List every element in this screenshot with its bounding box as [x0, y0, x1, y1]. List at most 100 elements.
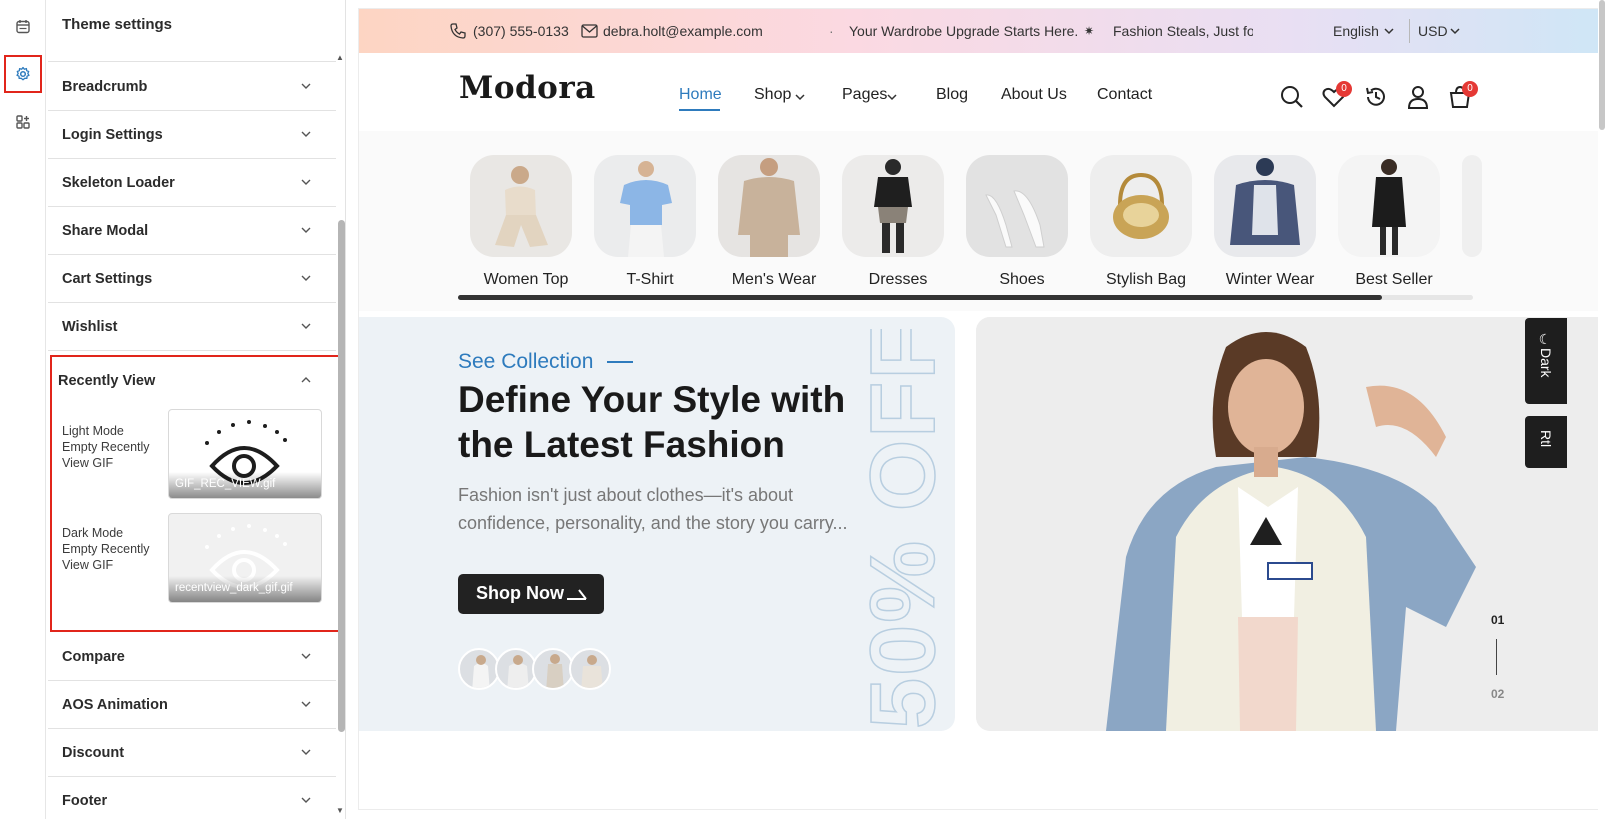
chevron-down-icon	[301, 275, 311, 281]
panel-title: Theme settings	[62, 16, 173, 33]
shop-now-label: Shop Now	[476, 583, 564, 603]
accordion-label: Breadcrumb	[62, 79, 148, 95]
chevron-up-icon	[301, 377, 311, 383]
category-label: Best Seller	[1355, 271, 1433, 288]
accordion-label: Compare	[62, 649, 125, 665]
language-select[interactable]: English	[1333, 23, 1379, 39]
svg-text:50% OFF: 50% OFF	[864, 329, 954, 729]
menu-home[interactable]: Home	[679, 86, 722, 104]
category-label: Shoes	[999, 271, 1045, 288]
category-scrollbar[interactable]	[458, 295, 1473, 300]
menu-contact[interactable]: Contact	[1097, 86, 1152, 104]
scroll-up-arrow[interactable]: ▲	[336, 53, 344, 62]
top-bar: (307) 555-0133 debra.holt@example.com · …	[359, 9, 1599, 53]
light-gif-upload[interactable]: GIF_REC_VIEW.gif	[168, 409, 322, 499]
calendar-icon[interactable]	[4, 8, 42, 46]
gear-icon[interactable]	[4, 55, 42, 93]
recently-view-section: Recently View Light Mode Empty Recently …	[50, 355, 342, 632]
brand-logo[interactable]: Modora	[459, 70, 596, 106]
accordion-login-settings[interactable]: Login Settings	[48, 110, 336, 159]
icon-rail	[0, 0, 46, 819]
chevron-down-icon	[887, 94, 897, 101]
category-label: Stylish Bag	[1105, 271, 1187, 288]
widgets-icon[interactable]	[4, 103, 42, 141]
gif-filename: GIF_REC_VIEW.gif	[169, 472, 321, 498]
dark-mode-toggle[interactable]: ☾ Dark	[1525, 318, 1567, 404]
chevron-down-icon	[301, 83, 311, 89]
accordion-skeleton-loader[interactable]: Skeleton Loader	[48, 158, 336, 207]
accordion-footer[interactable]: Footer	[48, 776, 336, 819]
category-scrollbar-thumb[interactable]	[458, 295, 1382, 300]
slide-progress-line	[1496, 639, 1497, 675]
hero-model-image	[976, 317, 1599, 731]
cart-count-badge: 0	[1462, 81, 1478, 97]
accordion-label: Recently View	[58, 373, 156, 389]
accordion-aos-animation[interactable]: AOS Animation	[48, 680, 336, 729]
search-icon[interactable]	[1279, 84, 1305, 110]
accordion-label: Cart Settings	[62, 271, 153, 287]
dark-mode-label: Dark	[1538, 348, 1554, 378]
rtl-toggle[interactable]: Rtl	[1525, 416, 1567, 468]
chevron-down-icon	[795, 94, 805, 101]
divider	[1409, 19, 1410, 43]
chevron-down-icon	[301, 653, 311, 659]
category-label: Winter Wear	[1225, 271, 1315, 288]
moon-icon: ☾	[1538, 332, 1554, 348]
category-image	[1214, 155, 1316, 257]
wishlist-count-badge: 0	[1336, 81, 1352, 97]
chevron-down-icon	[301, 179, 311, 185]
chevron-down-icon	[1384, 28, 1394, 35]
accordion-recently-view[interactable]: Recently View	[48, 357, 336, 403]
category-label: T-Shirt	[626, 271, 674, 288]
accordion-discount[interactable]: Discount	[48, 728, 336, 777]
accordion-compare[interactable]: Compare	[48, 632, 336, 681]
history-icon[interactable]	[1363, 84, 1389, 110]
accordion-share-modal[interactable]: Share Modal	[48, 206, 336, 255]
category-strip: Women Top T-Shirt Men's Wear Dresses Sho…	[359, 131, 1599, 311]
menu-pages[interactable]: Pages	[842, 86, 887, 104]
hero-banner: See Collection Define Your Style with th…	[359, 317, 955, 731]
accordion-breadcrumb[interactable]: Breadcrumb	[48, 62, 336, 111]
category-image	[1462, 155, 1482, 257]
store-preview: (307) 555-0133 debra.holt@example.com · …	[359, 9, 1599, 809]
chevron-down-icon	[301, 323, 311, 329]
accordion-label: Skeleton Loader	[62, 175, 175, 191]
theme-settings-panel: Theme settings Breadcrumb Login Settings…	[46, 0, 346, 819]
thumbnail-avatar[interactable]	[532, 648, 574, 690]
accordion-label: Wishlist	[62, 319, 118, 335]
page-scrollbar[interactable]	[1599, 0, 1605, 130]
accordion-label: Discount	[62, 745, 125, 761]
accordion-wishlist[interactable]: Wishlist	[48, 302, 336, 351]
accordion-label: Share Modal	[62, 223, 149, 239]
thumbnail-avatar[interactable]	[569, 648, 611, 690]
category-image	[594, 155, 696, 257]
see-collection-link[interactable]: See Collection	[458, 350, 593, 374]
main-nav: Modora Home Shop Pages Blog About Us Con…	[359, 53, 1599, 131]
promo-text: Your Wardrobe Upgrade Starts Here.	[849, 23, 1079, 39]
email-address[interactable]: debra.holt@example.com	[603, 23, 763, 39]
kicker-dash	[607, 361, 633, 363]
accordion-label: AOS Animation	[62, 697, 168, 713]
menu-blog[interactable]: Blog	[936, 86, 968, 104]
currency-select[interactable]: USD	[1418, 23, 1448, 39]
slide-next[interactable]: 02	[1491, 687, 1504, 701]
accordion-cart-settings[interactable]: Cart Settings	[48, 254, 336, 303]
hero-description: Fashion isn't just about clothes—it's ab…	[458, 485, 848, 533]
dark-gif-upload[interactable]: recentview_dark_gif.gif	[168, 513, 322, 603]
hero-title: Define Your Style with the Latest Fashio…	[458, 379, 846, 465]
panel-scrollbar[interactable]	[338, 220, 345, 732]
slide-current[interactable]: 01	[1491, 613, 1504, 627]
thumbnail-avatar[interactable]	[458, 648, 500, 690]
shop-now-button[interactable]: Shop Now	[458, 574, 604, 614]
menu-shop[interactable]: Shop	[754, 86, 791, 104]
phone-number[interactable]: (307) 555-0133	[473, 23, 569, 39]
thumbnail-avatar[interactable]	[495, 648, 537, 690]
menu-about-us[interactable]: About Us	[1001, 86, 1067, 104]
category-image	[1338, 155, 1440, 257]
active-underline	[679, 109, 720, 111]
scroll-down-arrow[interactable]: ▼	[336, 806, 344, 815]
gif-filename: recentview_dark_gif.gif	[169, 576, 321, 602]
phone-icon	[450, 23, 466, 39]
user-icon[interactable]	[1405, 84, 1431, 110]
accordion-label: Footer	[62, 793, 108, 809]
